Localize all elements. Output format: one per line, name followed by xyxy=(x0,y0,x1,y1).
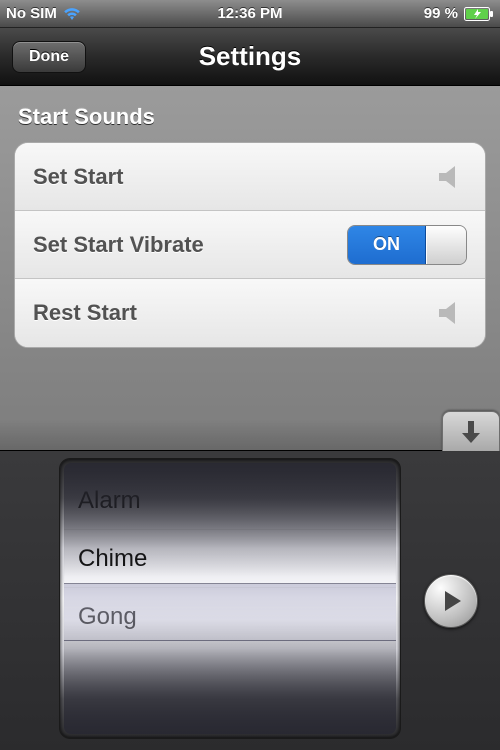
sound-picker-panel: Alarm Chime Gong xyxy=(0,450,500,750)
wifi-icon xyxy=(63,7,81,21)
row-label: Rest Start xyxy=(33,300,137,326)
row-label: Set Start Vibrate xyxy=(33,232,204,258)
battery-pct: 99 % xyxy=(424,5,458,22)
picker-wheel[interactable]: Alarm Chime Gong xyxy=(60,459,400,738)
status-bar: No SIM 12:36 PM 99 % xyxy=(0,0,500,28)
battery-charging-icon xyxy=(464,7,494,21)
play-icon xyxy=(439,590,463,612)
vibrate-toggle[interactable]: ON xyxy=(347,225,467,265)
row-set-start-vibrate: Set Start Vibrate ON xyxy=(15,211,485,279)
carrier-text: No SIM xyxy=(6,5,57,22)
done-button[interactable]: Done xyxy=(12,41,86,73)
settings-body[interactable]: Start Sounds Set Start Set Start Vibrate… xyxy=(0,86,500,450)
toggle-knob xyxy=(426,226,466,264)
speaker-icon xyxy=(437,300,467,326)
nav-bar: Done Settings xyxy=(0,28,500,86)
arrow-down-icon xyxy=(460,419,482,445)
toggle-on-label: ON xyxy=(348,226,426,264)
play-sound-button[interactable] xyxy=(424,574,478,628)
picker-option[interactable]: Chime xyxy=(64,529,396,587)
row-set-start[interactable]: Set Start xyxy=(15,143,485,211)
picker-option[interactable]: Alarm xyxy=(64,471,396,529)
row-label: Set Start xyxy=(33,164,123,190)
speaker-icon xyxy=(437,164,467,190)
picker-option[interactable]: Gong xyxy=(64,587,396,645)
section-header: Start Sounds xyxy=(18,104,482,130)
settings-group: Set Start Set Start Vibrate ON Rest Star… xyxy=(14,142,486,348)
dismiss-picker-button[interactable] xyxy=(442,411,500,451)
row-rest-start[interactable]: Rest Start xyxy=(15,279,485,347)
